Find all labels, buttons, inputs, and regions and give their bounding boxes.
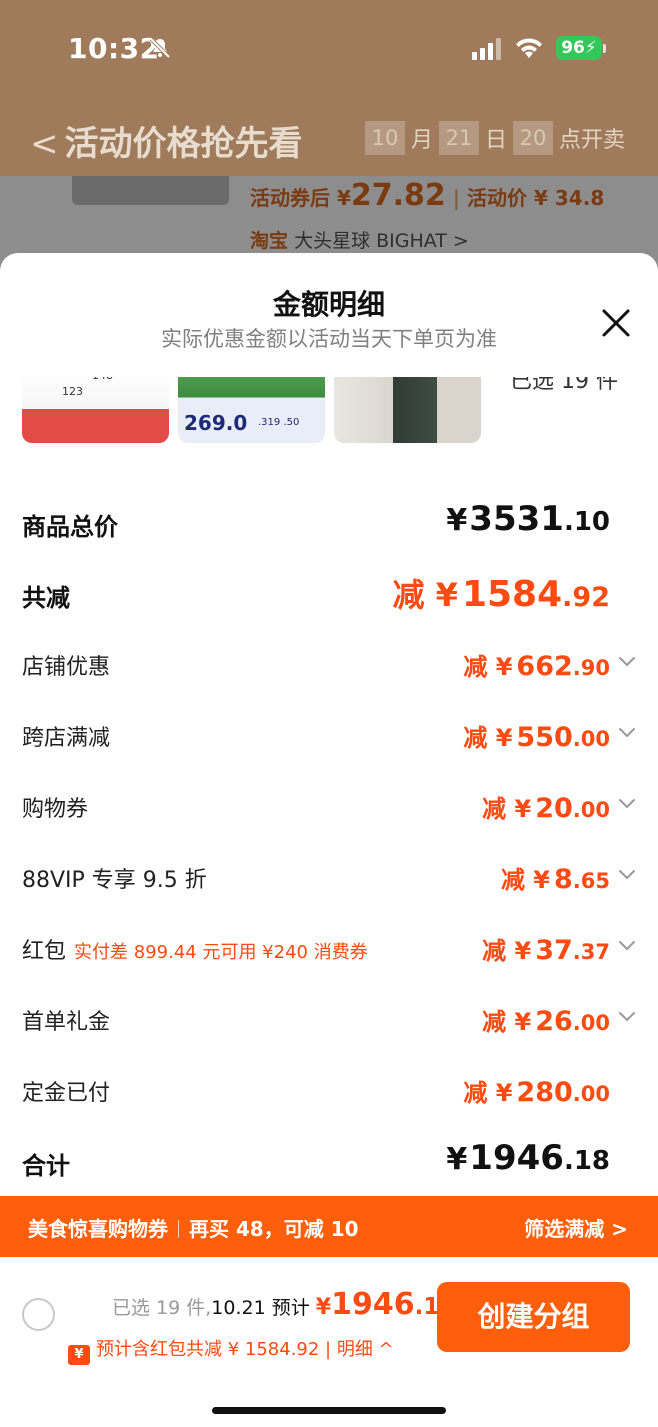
background-sale-date: 10 月 21 日 20 点开卖 [365,121,625,155]
amount-row-value: 减 ¥662.90 [463,651,610,682]
amount-row-label: 跨店满减 [22,726,111,751]
selected-summary: 已选 19 件,10.21 预计 ¥1946.18 [112,1287,456,1322]
chevron-down-icon[interactable] [618,1007,636,1025]
amount-row[interactable]: 购物券 减 ¥20.00 [0,773,658,844]
taobao-logo: 淘宝 [250,230,289,252]
thumbnail-count-text: 已选 19 件 [510,377,618,394]
amount-row-label: 合计 [22,1152,70,1180]
amount-row: 合计 ¥1946.18 [0,1128,658,1199]
hongbao-icon: ¥ [68,1345,90,1365]
amount-row-label: 88VIP 专享 9.5 折 [22,868,207,893]
amount-row-value: 减 ¥280.00 [463,1077,610,1108]
home-indicator [212,1407,446,1414]
chevron-down-icon[interactable] [618,794,636,812]
amount-row-label: 定金已付 [22,1081,111,1106]
select-all-radio[interactable] [22,1298,55,1331]
promo-bar[interactable]: 美食惊喜购物券 再买 48，可减 10 筛选满减 > [0,1196,658,1257]
amount-row-value: 减 ¥1584.92 [392,574,610,615]
chevron-down-icon[interactable] [618,723,636,741]
bell-muted-icon [149,37,171,59]
product-thumbnail[interactable]: 148 123 [22,377,169,443]
wifi-icon [516,38,542,58]
battery-cap [603,44,606,53]
amount-row: 定金已付 减 ¥280.00 [0,1057,658,1128]
amount-row-value: ¥1946.18 [446,1138,610,1178]
status-bar: 10:32 96⚡ [0,0,658,96]
battery-icon: 96⚡ [556,36,602,60]
promo-coupon-hint: 再买 48，可减 10 [189,1217,359,1241]
back-arrow-icon: < [30,124,59,164]
amount-row[interactable]: 首单礼金 减 ¥26.00 [0,986,658,1057]
amount-row-label: 首单礼金 [22,1010,111,1035]
promo-coupon-name: 美食惊喜购物券 [28,1217,168,1241]
create-group-button[interactable]: 创建分组 [437,1282,630,1352]
background-price-line: 活动券后 ¥27.82 | 活动价 ¥ 34.8 [250,178,605,213]
sheet-title: 金额明细 [272,288,385,321]
background-title: < 活动价格抢先看 [30,124,303,164]
product-thumbnail[interactable] [334,377,481,443]
amount-row[interactable]: 红包 实付差 899.44 元可用 ¥240 消费券 减 ¥37.37 [0,915,658,986]
amount-row-label: 店铺优惠 [22,655,111,680]
filter-discount-link[interactable]: 筛选满减 > [524,1213,628,1242]
amount-row-value: 减 ¥550.00 [463,722,610,753]
amount-row: 共减 减 ¥1584.92 [0,560,658,631]
sheet-subtitle: 实际优惠金额以活动当天下单页为准 [161,327,497,351]
amount-row: 商品总价 ¥3531.10 [0,489,658,560]
chevron-down-icon[interactable] [618,936,636,954]
background-product-card [72,176,229,205]
chevron-down-icon[interactable] [618,652,636,670]
amount-row[interactable]: 88VIP 专享 9.5 折 减 ¥8.65 [0,844,658,915]
status-time: 10:32 [68,32,160,65]
background-shop-link: 淘宝 大头星球 BIGHAT > [250,230,469,252]
amount-row-label: 商品总价 [22,513,118,541]
amount-row-value: 减 ¥26.00 [482,1006,610,1037]
product-thumbnail[interactable]: 269.0 .319 .50 [178,377,325,443]
cellular-signal-icon [472,38,501,60]
amount-row-label: 购物券 [22,797,89,822]
amount-row-note: 实付差 899.44 元可用 ¥240 消费券 [74,942,368,963]
hongbao-detail-link[interactable]: ¥ 预计含红包共减 ¥ 1584.92 | 明细 ^ [68,1335,394,1365]
amount-row-label: 共减 [22,584,70,612]
amount-row-value: 减 ¥20.00 [482,793,610,824]
amount-row-label: 红包 实付差 899.44 元可用 ¥240 消费券 [22,939,368,964]
amount-detail-sheet: 金额明细 实际优惠金额以活动当天下单页为准 148 123 269.0 .319… [0,253,658,1427]
amount-row[interactable]: 跨店满减 减 ¥550.00 [0,702,658,773]
close-icon[interactable] [598,305,634,341]
checkout-bar: 已选 19 件,10.21 预计 ¥1946.18 ¥ 预计含红包共减 ¥ 158… [0,1257,658,1427]
product-thumbnails: 148 123 269.0 .319 .50 已选 19 件 [0,377,658,445]
chevron-down-icon[interactable] [618,865,636,883]
amount-row-value: ¥3531.10 [446,499,610,539]
amount-row-value: 减 ¥8.65 [500,864,610,895]
amount-row[interactable]: 店铺优惠 减 ¥662.90 [0,631,658,702]
amount-row-value: 减 ¥37.37 [482,935,610,966]
